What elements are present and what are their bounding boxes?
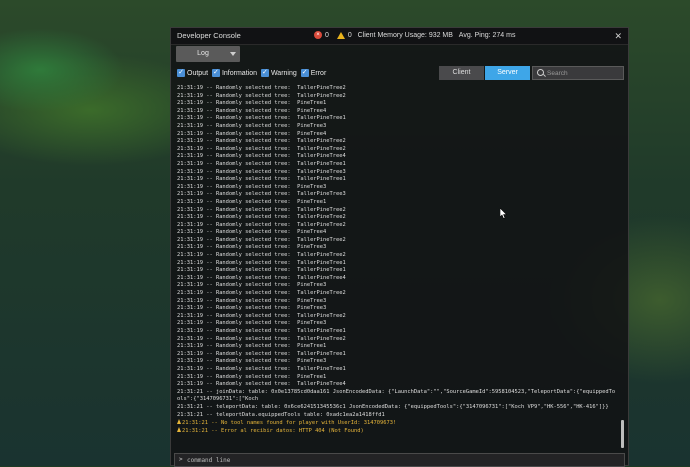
log-line: 21:31:19 -- Randomly selected tree: Tall… <box>177 115 346 122</box>
search-box[interactable] <box>532 66 624 80</box>
close-icon[interactable]: ✕ <box>614 28 622 44</box>
filter-warning-label: Warning <box>270 69 297 77</box>
log-line: 21:31:19 -- Randomly selected tree: Tall… <box>177 145 346 152</box>
filter-information[interactable]: ✓ Information <box>211 69 257 77</box>
filter-error-label: Error <box>310 69 327 77</box>
command-line-bar[interactable]: > <box>174 453 625 467</box>
log-line: 21:31:19 -- Randomly selected tree: Tall… <box>177 153 346 160</box>
log-line: 21:31:19 -- Randomly selected tree: Tall… <box>177 176 346 183</box>
log-line: 21:31:19 -- Randomly selected tree: Tall… <box>177 267 346 274</box>
memory-label: Client Memory Usage: <box>357 32 427 39</box>
log-line: 21:31:19 -- Randomly selected tree: Tall… <box>177 221 346 228</box>
log-line: 21:31:19 -- Randomly selected tree: Tall… <box>177 381 346 388</box>
log-line: 21:31:19 -- Randomly selected tree: Tall… <box>177 191 346 198</box>
memory-value: 932 MB <box>428 32 453 39</box>
ping-value: 274 ms <box>492 32 516 39</box>
filter-information-label: Information <box>221 69 257 77</box>
log-line: 21:31:19 -- Randomly selected tree: Pine… <box>177 358 327 365</box>
warning-icon <box>177 426 181 432</box>
checkbox-checked-icon[interactable]: ✓ <box>211 69 220 77</box>
log-line: 21:31:19 -- Randomly selected tree: Tall… <box>177 168 346 175</box>
log-line: 21:31:19 -- Randomly selected tree: Pine… <box>177 320 327 327</box>
console-stats: × 0 0 Client Memory Usage: 932 MB Avg. Pi… <box>314 28 515 44</box>
log-line: 21:31:19 -- Randomly selected tree: Tall… <box>177 252 346 259</box>
log-line: 21:31:19 -- Randomly selected tree: Tall… <box>177 350 346 357</box>
log-line: 21:31:19 -- Randomly selected tree: Pine… <box>177 373 327 380</box>
warning-text: 21:31:21 -- Error al recibir datos: HTTP… <box>182 427 364 434</box>
log-line-warning: 21:31:21 -- No tool names found for play… <box>177 419 617 427</box>
log-line: 21:31:19 -- Randomly selected tree: Pine… <box>177 198 327 205</box>
console-title: Developer Console <box>177 31 241 40</box>
filter-output[interactable]: ✓ Output <box>177 69 208 77</box>
log-line: 21:31:19 -- Randomly selected tree: Pine… <box>177 244 327 251</box>
filter-output-label: Output <box>187 69 209 77</box>
filter-error[interactable]: ✓ Error <box>300 69 327 77</box>
ping-label: Avg. Ping: <box>458 32 491 39</box>
chevron-down-icon <box>230 52 236 56</box>
log-line: 21:31:19 -- Randomly selected tree: Tall… <box>177 138 346 145</box>
log-line: 21:31:19 -- Randomly selected tree: Pine… <box>177 130 327 137</box>
error-count: 0 <box>325 32 329 39</box>
log-line: 21:31:19 -- Randomly selected tree: Pine… <box>177 305 327 312</box>
log-line: 21:31:19 -- Randomly selected tree: Pine… <box>177 343 327 350</box>
log-line: 21:31:19 -- Randomly selected tree: Pine… <box>177 183 327 190</box>
log-line: 21:31:19 -- Randomly selected tree: Tall… <box>177 160 346 167</box>
tab-server[interactable]: Server <box>485 66 530 80</box>
log-line-teleportdata: 21:31:21 -- teleportData: table: 0x6ce62… <box>177 403 609 410</box>
log-line: 21:31:19 -- Randomly selected tree: Tall… <box>177 274 346 281</box>
log-line: 21:31:19 -- Randomly selected tree: Tall… <box>177 335 346 342</box>
log-line: 21:31:19 -- Randomly selected tree: Pine… <box>177 100 327 107</box>
log-lines-container: 21:31:19 -- Randomly selected tree: Tall… <box>177 85 617 389</box>
warning-icon <box>177 419 181 425</box>
log-line: 21:31:19 -- Randomly selected tree: Pine… <box>177 107 327 114</box>
mouse-cursor-icon <box>500 208 508 219</box>
console-title-bar[interactable]: Developer Console × 0 0 Client Memory Usa… <box>171 28 628 45</box>
log-type-dropdown[interactable]: Log <box>176 46 240 62</box>
warning-text: 21:31:21 -- No tool names found for play… <box>182 420 397 427</box>
log-line: 21:31:19 -- Randomly selected tree: Tall… <box>177 92 346 99</box>
log-filters: ✓ Output ✓ Information ✓ Warning ✓ Error <box>177 69 328 79</box>
log-line: 21:31:19 -- Randomly selected tree: Tall… <box>177 312 346 319</box>
log-line: 21:31:19 -- Randomly selected tree: Pine… <box>177 229 327 236</box>
log-line: 21:31:19 -- Randomly selected tree: Pine… <box>177 282 327 289</box>
error-count-icon: × <box>314 31 322 40</box>
log-line-warning: 21:31:21 -- Error al recibir datos: HTTP… <box>177 426 617 435</box>
tab-client[interactable]: Client <box>439 66 484 80</box>
log-dropdown-label: Log <box>197 50 209 57</box>
log-line: 21:31:19 -- Randomly selected tree: Pine… <box>177 297 327 304</box>
warning-count: 0 <box>347 32 352 39</box>
log-line: 21:31:19 -- Randomly selected tree: Tall… <box>177 328 346 334</box>
log-line: 21:31:19 -- Randomly selected tree: Tall… <box>177 236 346 243</box>
warning-count-icon <box>336 31 345 39</box>
log-line: 21:31:19 -- Randomly selected tree: Tall… <box>177 259 346 266</box>
log-line-equippedtools: 21:31:21 -- teleportData.equippedTools t… <box>177 411 385 418</box>
log-scrollbar[interactable] <box>621 420 624 448</box>
checkbox-checked-icon[interactable]: ✓ <box>300 69 309 77</box>
developer-console-window[interactable]: Developer Console × 0 0 Client Memory Usa… <box>170 27 629 467</box>
log-line: 21:31:19 -- Randomly selected tree: Tall… <box>177 214 346 221</box>
search-input[interactable] <box>547 67 619 79</box>
search-icon <box>537 69 544 76</box>
command-line-input[interactable] <box>187 454 607 466</box>
filter-warning[interactable]: ✓ Warning <box>260 69 297 77</box>
log-line: 21:31:19 -- Randomly selected tree: Tall… <box>177 290 346 297</box>
log-output[interactable]: 21:31:19 -- Randomly selected tree: Tall… <box>177 85 617 450</box>
checkbox-checked-icon[interactable]: ✓ <box>260 69 269 77</box>
command-prompt: > <box>179 456 183 463</box>
checkbox-checked-icon[interactable]: ✓ <box>177 69 185 77</box>
log-line: 21:31:19 -- Randomly selected tree: Tall… <box>177 206 346 213</box>
log-line: 21:31:19 -- Randomly selected tree: Tall… <box>177 85 346 91</box>
log-line: 21:31:19 -- Randomly selected tree: Tall… <box>177 365 346 372</box>
log-line-joindata: 21:31:21 -- joinData: table: 0x0e13785cd… <box>177 388 616 403</box>
log-line: 21:31:19 -- Randomly selected tree: Pine… <box>177 122 327 129</box>
